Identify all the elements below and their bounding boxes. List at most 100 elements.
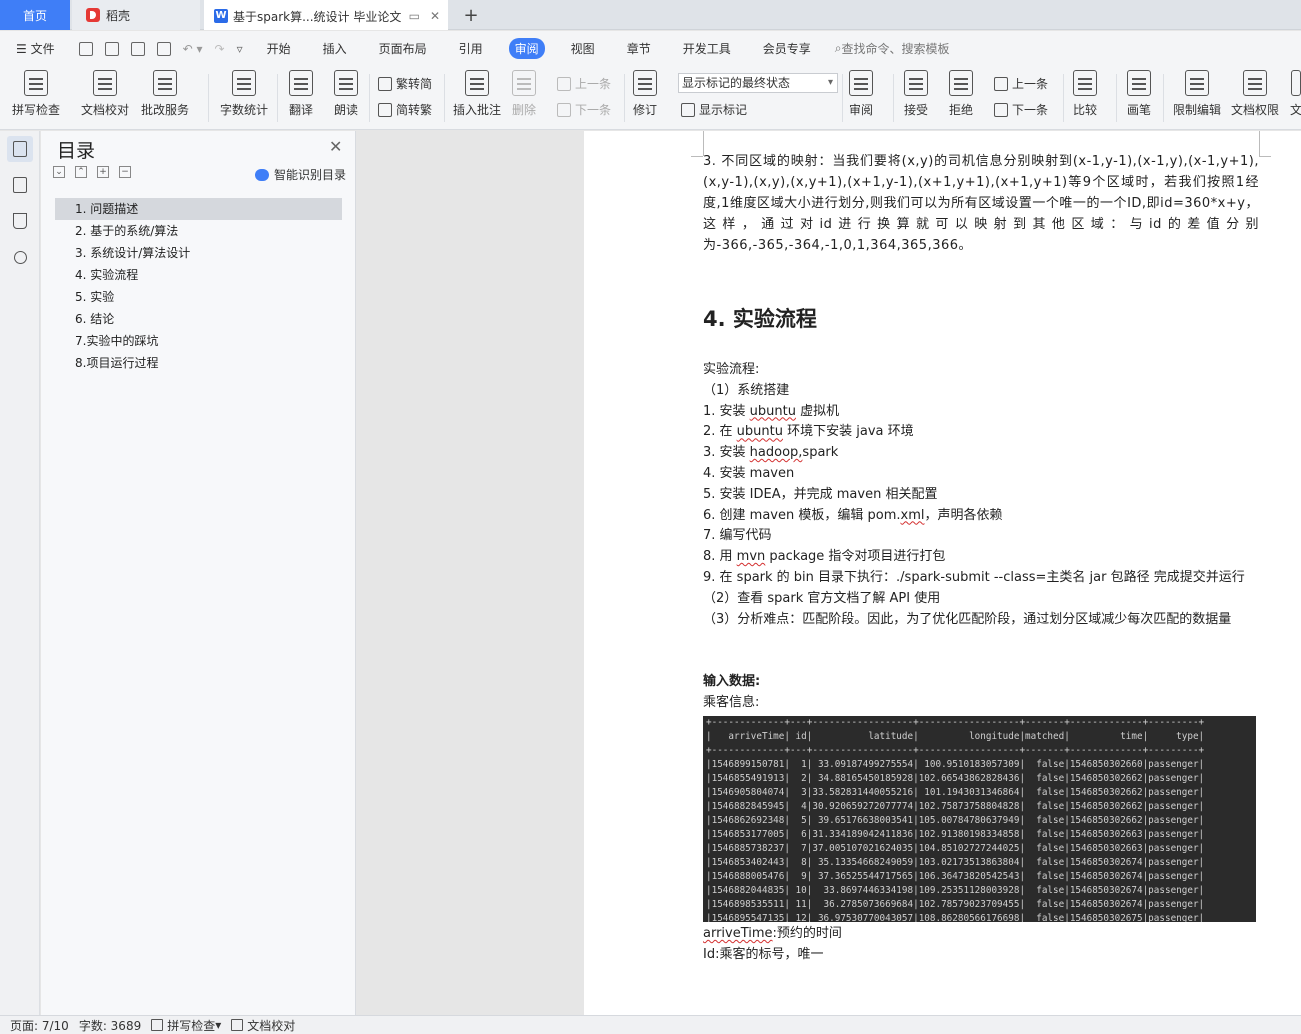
- toc-icon: [13, 141, 27, 157]
- translate-icon: [289, 70, 313, 96]
- tab-document[interactable]: W 基于spark算...统设计 毕业论文 ▭ ✕: [204, 0, 448, 30]
- menu-page-layout[interactable]: 页面布局: [373, 38, 433, 59]
- preview-icon[interactable]: [156, 41, 171, 56]
- accept-button[interactable]: 接受: [904, 70, 928, 118]
- toc-item[interactable]: 7.实验中的踩坑: [55, 330, 342, 352]
- read-aloud-button[interactable]: 朗读: [334, 70, 358, 118]
- revise-button[interactable]: 修订: [633, 70, 657, 118]
- prev-change-button[interactable]: 上一条: [994, 75, 1048, 92]
- minus-icon[interactable]: −: [119, 166, 131, 178]
- menu-start[interactable]: 开始: [261, 38, 297, 59]
- review-pane-button[interactable]: 审阅: [849, 70, 873, 118]
- spell-check-label: 拼写检查: [12, 103, 61, 117]
- simp-to-trad-button[interactable]: 简转繁: [378, 101, 432, 118]
- export-icon[interactable]: [104, 41, 119, 56]
- prev-comment-button[interactable]: 上一条: [557, 75, 611, 92]
- word-count-button[interactable]: 字数统计: [220, 70, 268, 118]
- word-count-indicator[interactable]: 字数: 3689: [79, 1017, 141, 1034]
- markup-state-select[interactable]: 显示标记的最终状态: [678, 73, 838, 93]
- tab-daoke[interactable]: 稻壳: [72, 0, 200, 30]
- spell-check-status-label: 拼写检查: [167, 1018, 216, 1033]
- toc-item[interactable]: 4. 实验流程: [55, 264, 342, 286]
- compare-button[interactable]: 比较: [1073, 70, 1097, 118]
- reject-button[interactable]: 拒绝: [949, 70, 973, 118]
- proofread-status[interactable]: 文档校对: [231, 1017, 295, 1034]
- misspelled-word: arriveTime: [703, 925, 773, 941]
- tab-home[interactable]: 首页: [0, 0, 70, 30]
- menu-review[interactable]: 审阅: [508, 38, 545, 59]
- accept-icon: [904, 70, 928, 96]
- close-icon[interactable]: ✕: [329, 137, 342, 156]
- more-quick-icon[interactable]: ▿: [237, 42, 243, 56]
- toc-list: 1. 问题描述 2. 基于的系统/算法 3. 系统设计/算法设计 4. 实验流程…: [55, 198, 342, 374]
- toc-controls: ⌄ ⌃ + −: [53, 166, 131, 178]
- paragraph-region-mapping: 3. 不同区域的映射：当我们要将(x,y)的司机信息分别映射到(x-1,y-1)…: [703, 154, 1259, 253]
- smart-toc-button[interactable]: 智能识别目录: [255, 166, 346, 183]
- more-toolbar-button[interactable]: 文: [1290, 70, 1301, 118]
- toc-item[interactable]: 5. 实验: [55, 286, 342, 308]
- redo-icon[interactable]: ↷: [215, 42, 225, 56]
- divider: [369, 74, 370, 122]
- delete-comment-button[interactable]: 删除: [512, 70, 536, 118]
- document-content: 3. 不同区域的映射：当我们要将(x,y)的司机信息分别映射到(x-1,y-1)…: [703, 151, 1259, 966]
- close-icon[interactable]: ✕: [430, 9, 440, 23]
- toc-panel-button[interactable]: [7, 136, 33, 162]
- new-tab-button[interactable]: +: [458, 0, 484, 30]
- navigation-panel-button[interactable]: [7, 172, 33, 198]
- toc-item[interactable]: 6. 结论: [55, 308, 342, 330]
- misspelled-word: hadoop,: [749, 445, 803, 461]
- window-icon[interactable]: ▭: [409, 9, 420, 23]
- ai-icon: [255, 168, 269, 181]
- insert-comment-button[interactable]: 插入批注: [453, 70, 501, 118]
- expand-up-icon[interactable]: ⌃: [75, 166, 87, 178]
- menu-insert[interactable]: 插入: [317, 38, 353, 59]
- misspelled-word: ubuntu: [749, 403, 796, 419]
- save-icon[interactable]: [78, 41, 93, 56]
- revise-label: 修订: [633, 103, 658, 117]
- field-desc-text: :预约的时间: [772, 925, 842, 941]
- file-menu[interactable]: ☰ 文件: [10, 38, 61, 59]
- menu-view[interactable]: 视图: [565, 38, 601, 59]
- collapse-all-icon[interactable]: ⌄: [53, 166, 65, 178]
- find-panel-button[interactable]: [7, 244, 33, 270]
- proofread-button[interactable]: 文档校对: [81, 70, 129, 118]
- review-pane-icon: [849, 70, 873, 96]
- compare-icon: [1073, 70, 1097, 96]
- next-comment-button[interactable]: 下一条: [557, 101, 611, 118]
- misspelled-word: ubuntu: [736, 424, 783, 440]
- undo-icon[interactable]: ↶ ▾: [183, 42, 203, 56]
- spell-check-status[interactable]: 拼写检查 ▾: [151, 1017, 221, 1034]
- proofread-status-label: 文档校对: [247, 1018, 296, 1033]
- doc-permission-button[interactable]: 文档权限: [1231, 70, 1279, 118]
- pen-button[interactable]: 画笔: [1127, 70, 1151, 118]
- menu-developer[interactable]: 开发工具: [677, 38, 737, 59]
- page-indicator[interactable]: 页面: 7/10: [10, 1017, 69, 1034]
- batch-service-button[interactable]: 批改服务: [141, 70, 189, 118]
- show-markup-button[interactable]: 显示标记: [681, 101, 747, 118]
- plus-icon[interactable]: +: [97, 166, 109, 178]
- trad-to-simp-button[interactable]: 繁转简: [378, 75, 432, 92]
- restrict-edit-button[interactable]: 限制编辑: [1173, 70, 1221, 118]
- toc-item[interactable]: 2. 基于的系统/算法: [55, 220, 342, 242]
- proofread-label: 文档校对: [81, 103, 130, 117]
- toc-item[interactable]: 1. 问题描述: [55, 198, 342, 220]
- reject-icon: [949, 70, 973, 96]
- divider: [277, 74, 278, 122]
- command-search[interactable]: ⌕ 查找命令、搜索模板: [835, 40, 950, 57]
- translate-button[interactable]: 翻译: [289, 70, 313, 118]
- toc-item[interactable]: 8.项目运行过程: [55, 352, 342, 374]
- menu-chapter[interactable]: 章节: [621, 38, 657, 59]
- document-page[interactable]: 3. 不同区域的映射：当我们要将(x,y)的司机信息分别映射到(x-1,y-1)…: [584, 131, 1301, 1015]
- bookmark-panel-button[interactable]: [7, 208, 33, 234]
- simp-to-trad-label: 简转繁: [396, 103, 433, 117]
- next-change-button[interactable]: 下一条: [994, 101, 1048, 118]
- step-heading: （2）查看 spark 官方文档了解 API 使用: [703, 590, 941, 606]
- read-aloud-label: 朗读: [334, 103, 359, 117]
- toc-item[interactable]: 3. 系统设计/算法设计: [55, 242, 342, 264]
- menu-member[interactable]: 会员专享: [757, 38, 817, 59]
- print-icon[interactable]: [130, 41, 145, 56]
- comment-icon: [465, 70, 489, 96]
- spell-check-button[interactable]: 拼写检查: [12, 70, 60, 118]
- menu-references[interactable]: 引用: [453, 38, 489, 59]
- next-comment-icon: [557, 102, 571, 117]
